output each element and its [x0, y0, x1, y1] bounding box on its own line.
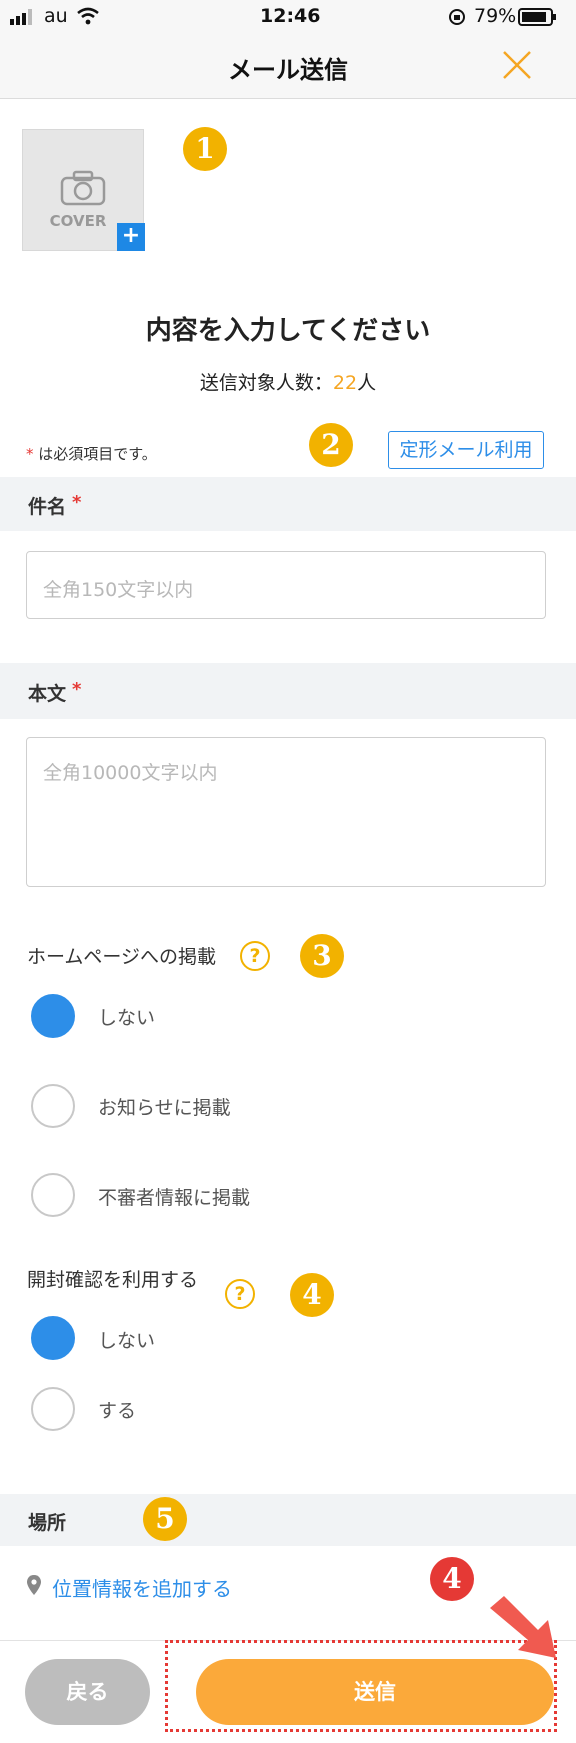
subject-input[interactable]: 全角150文字以内 — [26, 551, 546, 619]
add-cover-button[interactable]: + — [117, 223, 145, 251]
wifi-icon — [77, 7, 99, 25]
body-required-star: * — [72, 679, 82, 700]
homepage-help-icon[interactable]: ? — [240, 941, 270, 971]
homepage-radio-suspicious[interactable] — [31, 1173, 75, 1217]
recipient-count-label: 送信対象人数： — [199, 372, 333, 394]
subject-label-text: 件名 — [28, 496, 67, 518]
add-location-link[interactable]: 位置情報を追加する — [52, 1573, 232, 1602]
subject-placeholder: 全角150文字以内 — [43, 579, 194, 601]
recipient-count: 送信対象人数：22人 — [0, 368, 576, 395]
required-note-text: は必須項目です。 — [33, 445, 157, 463]
battery-label: 79% — [474, 5, 517, 27]
annotation-badge-1: 1 — [183, 127, 227, 171]
required-note: * は必須項目です。 — [26, 443, 157, 464]
camera-icon — [60, 170, 106, 206]
annotation-badge-3: 3 — [300, 934, 344, 978]
read-receipt-option-yes[interactable]: する — [98, 1396, 136, 1423]
template-mail-button[interactable]: 定形メール利用 — [388, 431, 544, 469]
annotation-badge-5: 5 — [143, 1497, 187, 1541]
form-heading: 内容を入力してください — [145, 316, 431, 346]
homepage-radio-none[interactable] — [31, 994, 75, 1038]
carrier-label: au — [44, 5, 68, 27]
annotation-badge-2: 2 — [309, 423, 353, 467]
recipient-count-unit: 人 — [357, 372, 377, 394]
homepage-option-suspicious[interactable]: 不審者情報に掲載 — [98, 1183, 250, 1210]
annotation-arrow-icon — [490, 1596, 556, 1658]
read-receipt-option-no[interactable]: しない — [98, 1326, 155, 1353]
body-textarea[interactable]: 全角10000文字以内 — [26, 737, 546, 887]
recipient-count-value: 22 — [332, 372, 358, 394]
location-label: 場所 — [28, 1512, 67, 1534]
battery-icon — [518, 8, 556, 26]
read-receipt-label: 開封確認を利用する — [27, 1269, 199, 1291]
required-star: * — [26, 445, 34, 463]
body-label-text: 本文 — [28, 683, 67, 705]
subject-required-star: * — [72, 492, 82, 513]
subject-label: 件名 * — [28, 492, 81, 519]
rotation-lock-icon — [449, 9, 465, 25]
signal-icon — [10, 9, 32, 25]
homepage-option-none[interactable]: しない — [98, 1003, 155, 1030]
back-button[interactable]: 戻る — [25, 1659, 150, 1725]
status-bar: au 12:46 79% — [0, 0, 576, 34]
close-icon[interactable] — [502, 50, 532, 80]
homepage-option-news[interactable]: お知らせに掲載 — [98, 1093, 231, 1120]
homepage-posting-label: ホームページへの掲載 — [27, 946, 217, 968]
subject-section-header — [0, 477, 576, 531]
homepage-radio-news[interactable] — [31, 1084, 75, 1128]
clock: 12:46 — [260, 5, 321, 27]
map-pin-icon — [27, 1575, 41, 1595]
body-section-header — [0, 663, 576, 719]
read-receipt-help-icon[interactable]: ? — [225, 1279, 255, 1309]
annotation-badge-4: 4 — [290, 1273, 334, 1317]
location-section-header — [0, 1494, 576, 1546]
read-receipt-radio-yes[interactable] — [31, 1387, 75, 1431]
body-placeholder: 全角10000文字以内 — [43, 762, 218, 784]
page-title: メール送信 — [228, 56, 348, 84]
read-receipt-radio-no[interactable] — [31, 1316, 75, 1360]
annotation-badge-6: 4 — [430, 1557, 474, 1601]
body-label: 本文 * — [28, 679, 81, 706]
